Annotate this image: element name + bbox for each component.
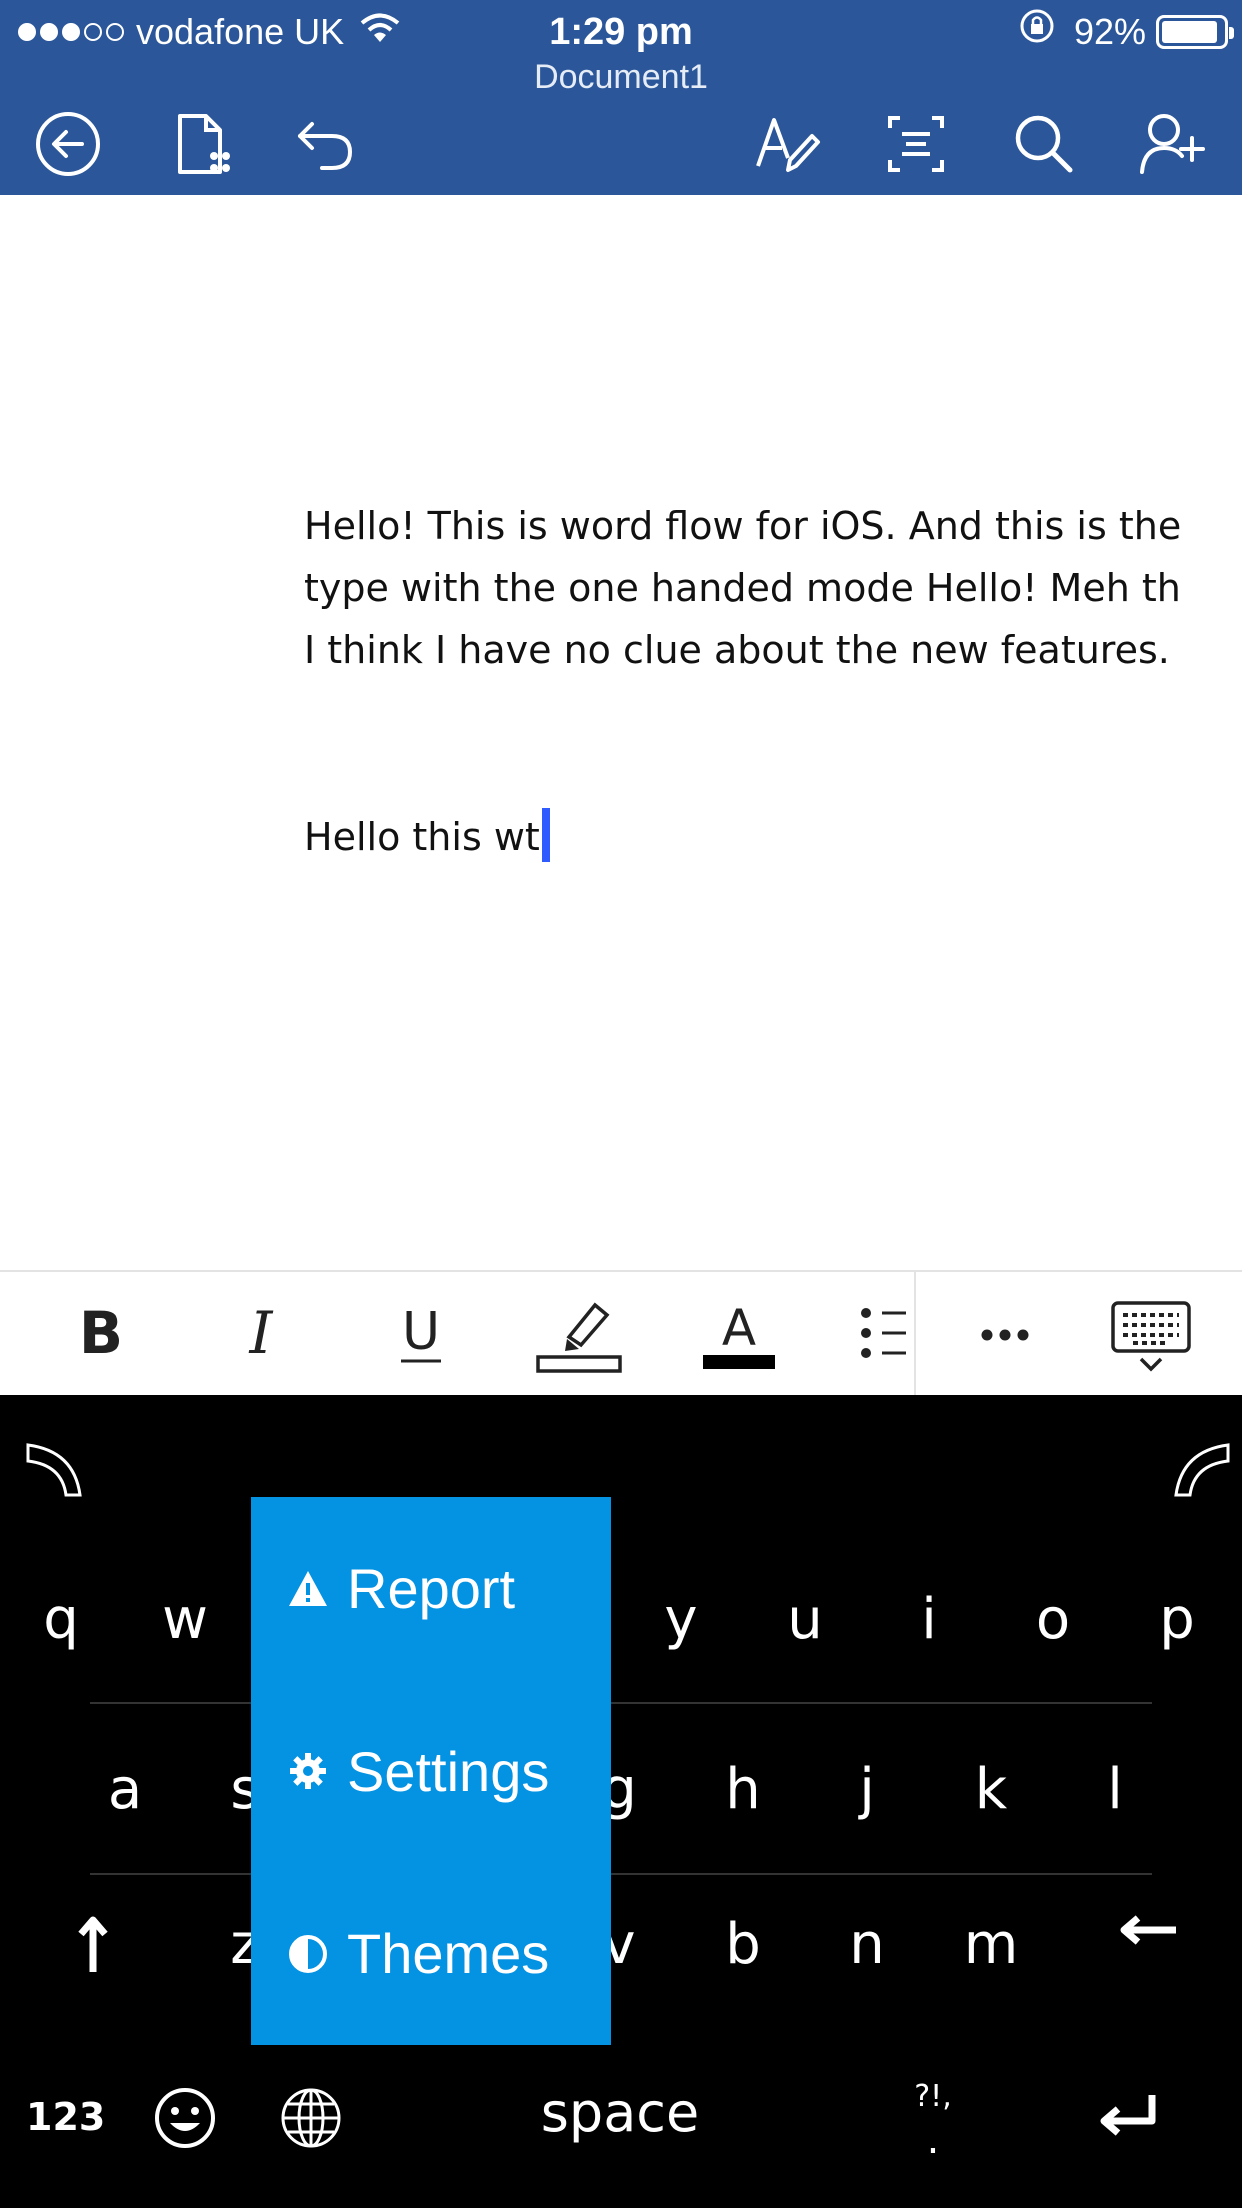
period-key[interactable]: . bbox=[900, 2117, 966, 2163]
key-h[interactable]: h bbox=[698, 1735, 788, 1845]
menu-item-report[interactable]: Report bbox=[251, 1497, 611, 1680]
key-u[interactable]: u bbox=[760, 1565, 850, 1675]
keyboard-options-menu: Report Settings Themes bbox=[251, 1497, 611, 2045]
signal-dot-full bbox=[62, 23, 80, 41]
text-caret bbox=[541, 808, 550, 862]
key-a[interactable]: a bbox=[80, 1735, 170, 1845]
keyboard: q w y u i o p a s g h j k l z v b n m 12… bbox=[0, 1395, 1242, 2208]
key-i[interactable]: i bbox=[884, 1565, 974, 1675]
key-p[interactable]: p bbox=[1132, 1565, 1222, 1675]
status-bar-left: vodafone UK bbox=[18, 8, 400, 56]
carrier-name: vodafone UK bbox=[136, 11, 345, 52]
search-icon[interactable] bbox=[1006, 106, 1082, 182]
document-paragraph[interactable]: Hello! This is word flow for iOS. And th… bbox=[304, 495, 1242, 681]
space-key[interactable]: space bbox=[520, 2081, 720, 2144]
highlight-icon[interactable] bbox=[524, 1282, 634, 1387]
key-n[interactable]: n bbox=[822, 1890, 912, 2000]
orientation-lock-icon bbox=[1018, 7, 1056, 57]
document-title: Document1 bbox=[534, 58, 708, 96]
file-icon[interactable] bbox=[164, 106, 240, 182]
key-k[interactable]: k bbox=[946, 1735, 1036, 1845]
italic-icon[interactable]: I bbox=[206, 1282, 316, 1387]
warning-icon bbox=[289, 1570, 327, 1606]
key-y[interactable]: y bbox=[636, 1565, 726, 1675]
menu-item-themes[interactable]: Themes bbox=[251, 1862, 611, 2045]
keyboard-icon[interactable] bbox=[1096, 1282, 1206, 1387]
menu-item-label: Report bbox=[347, 1557, 516, 1620]
key-j[interactable]: j bbox=[822, 1735, 912, 1845]
key-q[interactable]: q bbox=[16, 1565, 106, 1675]
undo-icon[interactable] bbox=[288, 106, 364, 182]
format-toolbar: B I U A bbox=[0, 1270, 1242, 1397]
contrast-icon bbox=[289, 1934, 327, 1973]
more-icon[interactable] bbox=[950, 1282, 1060, 1387]
key-row-divider bbox=[90, 1702, 1152, 1704]
typed-line[interactable]: Hello this wt bbox=[304, 806, 550, 868]
numbers-key[interactable]: 123 bbox=[26, 2095, 105, 2139]
battery-icon bbox=[1156, 15, 1234, 49]
signal-dot-empty bbox=[106, 23, 124, 41]
back-icon[interactable] bbox=[30, 106, 106, 182]
svg-text:A: A bbox=[722, 1299, 756, 1357]
shift-key[interactable] bbox=[48, 1890, 138, 2000]
paragraph-line: type with the one handed mode Hello! Meh… bbox=[304, 566, 1181, 610]
emoji-icon[interactable] bbox=[152, 2085, 218, 2155]
return-key[interactable] bbox=[1092, 2085, 1162, 2149]
status-bar-right: 92% bbox=[1018, 7, 1234, 57]
menu-item-label: Themes bbox=[347, 1922, 550, 1985]
key-w[interactable]: w bbox=[140, 1565, 230, 1675]
key-l[interactable]: l bbox=[1070, 1735, 1160, 1845]
globe-icon[interactable] bbox=[278, 2085, 344, 2155]
bold-icon[interactable]: B bbox=[46, 1282, 156, 1387]
gear-icon bbox=[290, 1753, 326, 1789]
font-color-icon[interactable]: A bbox=[684, 1282, 794, 1387]
key-o[interactable]: o bbox=[1008, 1565, 1098, 1675]
underline-icon[interactable]: U bbox=[366, 1282, 476, 1387]
punctuation-key[interactable]: ?!, bbox=[900, 2079, 966, 2114]
toolbar-divider bbox=[914, 1272, 916, 1397]
menu-item-label: Settings bbox=[347, 1739, 550, 1803]
key-m[interactable]: m bbox=[946, 1890, 1036, 2000]
key-b[interactable]: b bbox=[698, 1890, 788, 2000]
svg-text:B: B bbox=[79, 1299, 123, 1367]
wifi-icon bbox=[360, 8, 400, 56]
share-icon[interactable] bbox=[1134, 106, 1210, 182]
signal-dot-empty bbox=[84, 23, 102, 41]
app-header: vodafone UK 1:29 pm 92% Document1 bbox=[0, 0, 1242, 195]
document-canvas[interactable]: Hello! This is word flow for iOS. And th… bbox=[0, 195, 1242, 1270]
one-handed-right-icon[interactable] bbox=[1166, 1435, 1236, 1505]
battery-percent: 92% bbox=[1073, 11, 1146, 52]
one-handed-left-icon[interactable] bbox=[20, 1435, 90, 1505]
menu-item-settings[interactable]: Settings bbox=[251, 1680, 611, 1862]
signal-dot-full bbox=[18, 23, 36, 41]
signal-dot-full bbox=[40, 23, 58, 41]
backspace-key[interactable] bbox=[1104, 1875, 1194, 1985]
list-icon[interactable] bbox=[836, 1282, 932, 1387]
edit-pen-icon[interactable] bbox=[750, 106, 826, 182]
reading-view-icon[interactable] bbox=[878, 106, 954, 182]
paragraph-line: I think I have no clue about the new fea… bbox=[304, 628, 1170, 672]
svg-text:I: I bbox=[249, 1299, 274, 1367]
svg-text:U: U bbox=[402, 1302, 440, 1362]
typed-text: Hello this wt bbox=[304, 815, 540, 859]
key-row-divider bbox=[90, 1873, 1152, 1875]
paragraph-line: Hello! This is word flow for iOS. And th… bbox=[304, 504, 1182, 548]
